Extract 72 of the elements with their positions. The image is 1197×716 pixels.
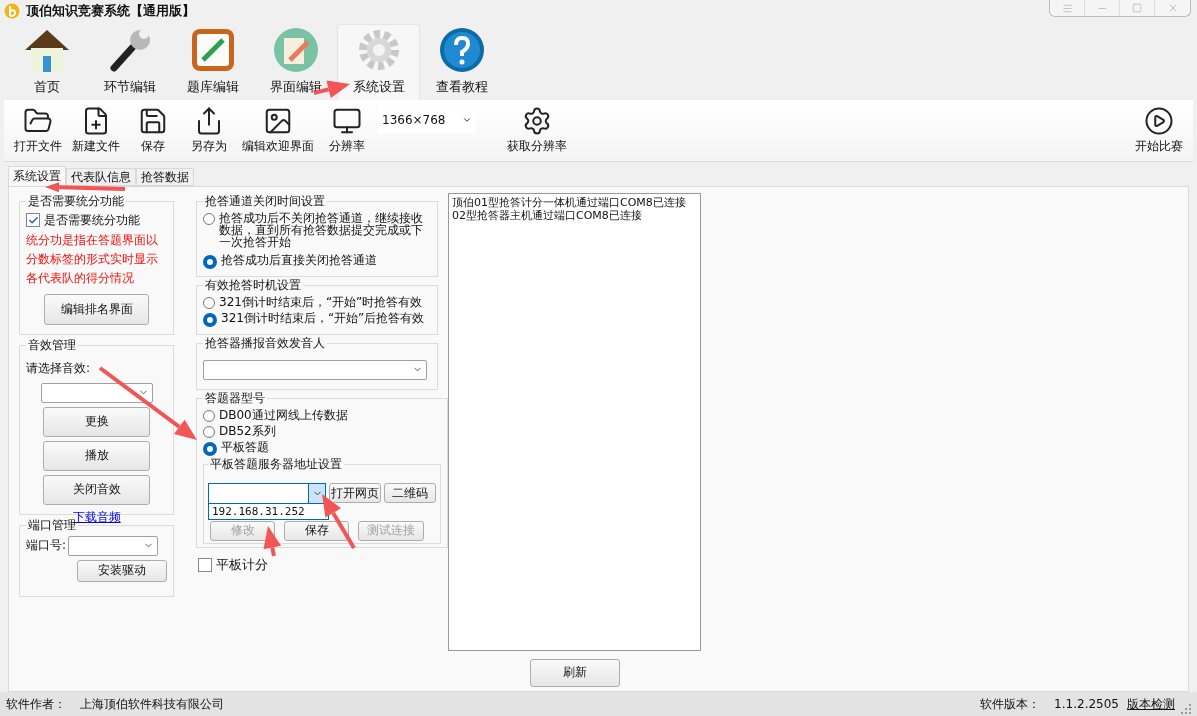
radio-label: 321倒计时结束后，“开始”时抢答有效: [219, 295, 423, 308]
sound-select[interactable]: [40, 382, 153, 403]
checkbox[interactable]: [26, 213, 40, 228]
tab[interactable]: 代表队信息: [66, 167, 136, 186]
radio-button[interactable]: [203, 441, 217, 456]
field-label: 请选择音效:: [26, 359, 92, 377]
sound-button[interactable]: 播放: [43, 440, 150, 471]
group-title: 音效管理: [27, 336, 77, 354]
tab[interactable]: 系统设置: [8, 165, 66, 186]
settings-icon: [522, 105, 552, 136]
checkbox-label: 平板计分: [216, 555, 268, 574]
app-logo-icon: [4, 2, 20, 19]
address-button[interactable]: 二维码: [384, 483, 436, 504]
port-select[interactable]: [68, 535, 159, 556]
radio-label: DB00通过网线上传数据: [219, 408, 348, 421]
checkbox[interactable]: [198, 557, 212, 572]
note-text: 统分功是指在答题界面以分数标签的形式实时显示各代表队的得分情况: [26, 231, 159, 287]
field-label: 端口号:: [26, 537, 67, 555]
toolbar-button[interactable]: 打开文件: [12, 104, 64, 155]
sound-button[interactable]: 关闭音效: [43, 474, 150, 505]
radio-label: 平板答题: [221, 440, 269, 453]
ribbon-tab[interactable]: 首页: [5, 23, 88, 100]
install-driver-button[interactable]: 安装驱动: [77, 559, 167, 582]
group-title: 有效抢答时机设置: [204, 276, 302, 294]
start-button[interactable]: 开始比赛: [1131, 104, 1187, 155]
ribbon-tab[interactable]: 系统设置: [337, 23, 420, 100]
ribbon-tab[interactable]: 环节编辑: [88, 23, 171, 100]
play-icon: [1144, 105, 1174, 136]
toolbar-button[interactable]: 分辨率: [322, 104, 372, 155]
group-title: 抢答通道关闭时间设置: [204, 192, 326, 210]
ribbon-tab[interactable]: 查看教程: [420, 23, 503, 100]
version-check-link[interactable]: 版本检测: [1127, 695, 1175, 713]
radio-button[interactable]: [203, 425, 215, 438]
refresh-button[interactable]: 刷新: [529, 658, 620, 687]
group-title: 抢答器播报音效发音人: [204, 334, 326, 352]
radio-button[interactable]: [203, 254, 217, 269]
status-text: 1.1.2.2505: [1054, 697, 1119, 712]
toolbar-button[interactable]: 编辑欢迎界面: [240, 104, 316, 155]
log-line: 02型抢答器主机通过端口COM8已连接: [452, 208, 643, 222]
annotation-arrow: [263, 526, 282, 557]
voice-select[interactable]: [203, 359, 427, 380]
question-mark-icon: [437, 25, 486, 74]
toolbar-button[interactable]: 获取分辨率: [482, 104, 592, 155]
status-label: 软件版本：: [980, 695, 1041, 713]
radio-label: 抢答成功后直接关闭抢答通道: [221, 253, 377, 266]
group-title: 平板答题服务器地址设置: [209, 455, 343, 473]
status-label: 软件作者：: [6, 695, 66, 713]
radio-label: 抢答成功后不关闭抢答通道，继续接收数据，直到所有抢答数据提交完成或下一次抢答开始: [219, 211, 424, 248]
radio-label: DB52系列: [219, 424, 276, 437]
maximize-icon: [1132, 3, 1142, 13]
address-button[interactable]: 保存: [284, 520, 349, 541]
radio-button[interactable]: [203, 409, 215, 422]
log-line: 顶伯01型抢答计分一体机通过端口COM8已连接: [452, 195, 687, 209]
edit-ranking-button[interactable]: 编辑排名界面: [44, 293, 149, 325]
toolbar-button[interactable]: 保存: [128, 104, 178, 155]
address-button[interactable]: 打开网页: [329, 483, 381, 504]
radio-label: 321倒计时结束后，“开始”后抢答有效: [221, 311, 425, 324]
radio-button[interactable]: [203, 312, 217, 327]
group-title: 答题器型号: [204, 389, 266, 407]
tab[interactable]: 抢答数据: [136, 167, 194, 186]
checkbox-label: 是否需要统分功能: [44, 211, 140, 229]
pencil-icon: [271, 25, 320, 74]
ribbon-tab[interactable]: 题库编辑: [171, 23, 254, 100]
radio-button[interactable]: [203, 212, 215, 225]
window-title: 顶伯知识竞赛系统【通用版】: [26, 1, 195, 20]
radio-button[interactable]: [203, 296, 215, 309]
sound-button[interactable]: 更换: [43, 406, 150, 437]
toolbar-button[interactable]: 另存为: [184, 104, 234, 155]
status-text: 上海顶伯软件科技有限公司: [80, 695, 224, 713]
resize-grip-icon: [1181, 704, 1191, 714]
group-title: 是否需要统分功能: [27, 192, 125, 210]
toolbar-button[interactable]: 新建文件: [70, 104, 122, 155]
